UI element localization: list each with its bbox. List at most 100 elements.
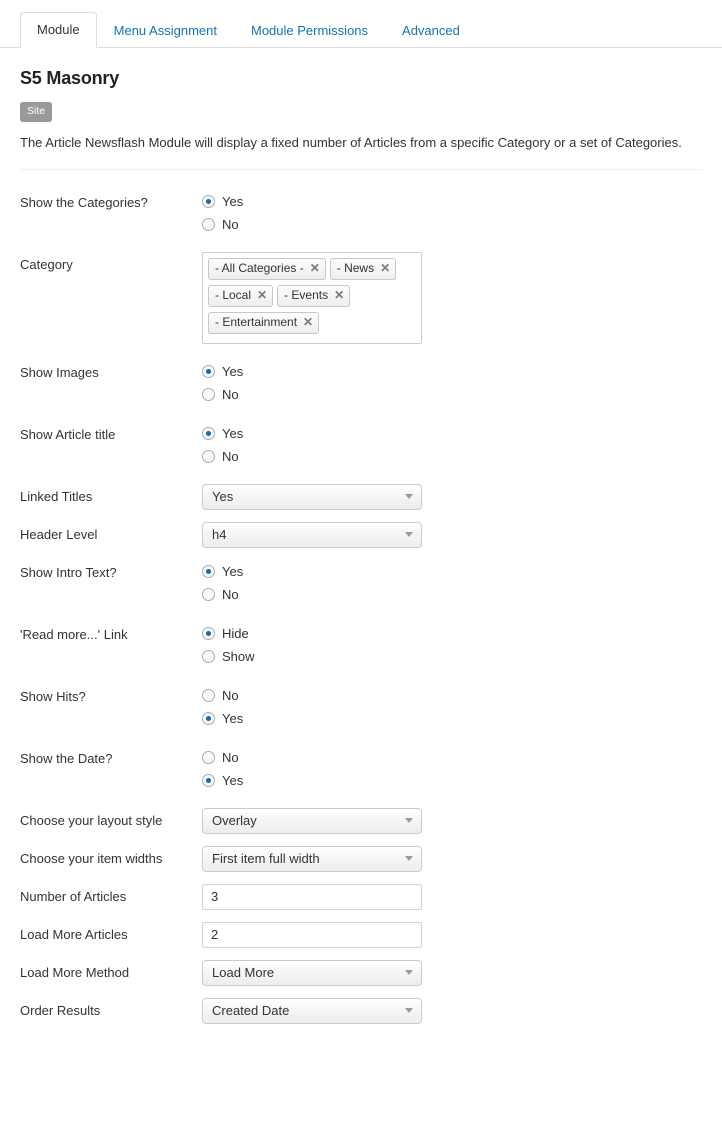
- field-label-show-the-date: Show the Date?: [20, 750, 113, 766]
- select-header-level[interactable]: h4: [202, 521, 422, 548]
- module-edit-page: Module Menu Assignment Module Permissions A…: [0, 0, 722, 1146]
- close-icon[interactable]: ✕: [380, 262, 390, 274]
- form-row-header-level: Header Level h4: [20, 521, 702, 548]
- close-icon[interactable]: ✕: [310, 262, 320, 274]
- form-row-choose-your-item-widths: Choose your item widths First item full w…: [20, 845, 702, 872]
- select-value: h4: [212, 527, 227, 543]
- chevron-down-icon[interactable]: [405, 970, 413, 976]
- field-label-show-the-categories: Show the Categories?: [20, 194, 148, 210]
- radio-option-show-intro-text-yes[interactable]: Yes: [202, 560, 702, 583]
- radio-option-label: Yes: [222, 772, 244, 788]
- radio-option-show-hits-yes[interactable]: Yes: [202, 707, 702, 730]
- radio-group-show-article-title: Yes No: [202, 422, 702, 468]
- radio-button-icon[interactable]: [202, 564, 215, 578]
- select-value: Yes: [212, 489, 234, 505]
- select-value: Overlay: [212, 813, 257, 829]
- radio-button-icon[interactable]: [202, 587, 215, 601]
- field-label-show-images: Show Images: [20, 364, 99, 380]
- category-chip-label: - Events: [284, 287, 329, 302]
- radio-option-show-article-title-yes[interactable]: Yes: [202, 422, 702, 445]
- category-chip[interactable]: - All Categories - ✕: [208, 257, 326, 280]
- tab-bar: Module Menu Assignment Module Permissions A…: [0, 0, 722, 48]
- select-load-more-method[interactable]: Load More: [202, 959, 422, 986]
- field-label-read-more-link: 'Read more...' Link: [20, 626, 128, 642]
- radio-option-show-the-date-yes[interactable]: Yes: [202, 769, 702, 792]
- radio-option-show-the-date-no[interactable]: No: [202, 746, 702, 769]
- radio-option-show-images-yes[interactable]: Yes: [202, 360, 702, 383]
- radio-button-icon[interactable]: [202, 364, 215, 378]
- chevron-down-icon[interactable]: [405, 1008, 413, 1014]
- radio-option-show-hits-no[interactable]: No: [202, 684, 702, 707]
- radio-option-show-images-no[interactable]: No: [202, 383, 702, 406]
- radio-group-show-hits: No Yes: [202, 684, 702, 730]
- radio-button-icon[interactable]: [202, 217, 215, 231]
- module-description: The Article Newsflash Module will displa…: [20, 134, 682, 150]
- form-row-category: Category - All Categories - ✕ - News ✕ - Loca…: [20, 251, 702, 344]
- category-chip-label: - News: [336, 260, 375, 275]
- field-control-read-more-link: Hide Show: [202, 622, 702, 668]
- radio-button-icon[interactable]: [202, 750, 215, 764]
- category-chips-container[interactable]: - All Categories - ✕ - News ✕ - Local ✕ - Even…: [202, 251, 422, 344]
- tab-label: Advanced: [402, 23, 460, 38]
- field-control-choose-your-item-widths: First item full width: [202, 845, 702, 872]
- category-chip[interactable]: - Events ✕: [277, 284, 351, 307]
- chevron-down-icon[interactable]: [405, 494, 413, 500]
- category-chip[interactable]: - News ✕: [329, 257, 397, 280]
- radio-option-label: Yes: [222, 193, 244, 209]
- category-chip-label: - All Categories -: [215, 260, 304, 275]
- category-chip[interactable]: - Entertainment ✕: [208, 311, 320, 334]
- radio-button-icon[interactable]: [202, 773, 215, 787]
- radio-button-icon[interactable]: [202, 711, 215, 725]
- close-icon[interactable]: ✕: [257, 289, 267, 301]
- category-chip[interactable]: - Local ✕: [208, 284, 274, 307]
- page-title: S5 Masonry: [20, 68, 120, 88]
- field-label-choose-your-layout-style: Choose your layout style: [20, 812, 163, 828]
- radio-button-icon[interactable]: [202, 194, 215, 208]
- radio-option-label: No: [222, 586, 239, 602]
- chevron-down-icon[interactable]: [405, 532, 413, 538]
- radio-option-show-the-categories-no[interactable]: No: [202, 213, 702, 236]
- close-icon[interactable]: ✕: [303, 316, 313, 328]
- radio-option-read-more-link-show[interactable]: Show: [202, 645, 702, 668]
- field-label-linked-titles: Linked Titles: [20, 488, 93, 504]
- form-row-show-article-title: Show Article title Yes No: [20, 422, 702, 468]
- chevron-down-icon[interactable]: [405, 818, 413, 824]
- radio-button-icon[interactable]: [202, 426, 215, 440]
- radio-option-show-intro-text-no[interactable]: No: [202, 583, 702, 606]
- radio-option-show-article-title-no[interactable]: No: [202, 445, 702, 468]
- tab-module-permissions[interactable]: Module Permissions: [234, 13, 385, 48]
- field-control-header-level: h4: [202, 521, 702, 548]
- form-row-load-more-method: Load More Method Load More: [20, 959, 702, 986]
- form-row-show-the-date: Show the Date? No Yes: [20, 746, 702, 792]
- select-choose-your-item-widths[interactable]: First item full width: [202, 845, 422, 872]
- radio-button-icon[interactable]: [202, 626, 215, 640]
- radio-button-icon[interactable]: [202, 649, 215, 663]
- form-row-number-of-articles: Number of Articles 3: [20, 883, 702, 910]
- select-choose-your-layout-style[interactable]: Overlay: [202, 807, 422, 834]
- field-control-show-the-date: No Yes: [202, 746, 702, 792]
- text-input-load-more-articles[interactable]: 2: [202, 921, 422, 948]
- close-icon[interactable]: ✕: [334, 289, 344, 301]
- radio-option-read-more-link-hide[interactable]: Hide: [202, 622, 702, 645]
- field-control-show-the-categories: Yes No: [202, 190, 702, 236]
- field-control-show-images: Yes No: [202, 360, 702, 406]
- text-input-number-of-articles[interactable]: 3: [202, 883, 422, 910]
- chevron-down-icon[interactable]: [405, 856, 413, 862]
- radio-button-icon[interactable]: [202, 387, 215, 401]
- select-linked-titles[interactable]: Yes: [202, 483, 422, 510]
- field-label-choose-your-item-widths: Choose your item widths: [20, 850, 163, 866]
- tab-menu-assignment[interactable]: Menu Assignment: [97, 13, 234, 48]
- radio-option-label: Yes: [222, 710, 244, 726]
- field-label-show-hits: Show Hits?: [20, 688, 86, 704]
- form-row-show-intro-text: Show Intro Text? Yes No: [20, 560, 702, 606]
- radio-button-icon[interactable]: [202, 449, 215, 463]
- radio-button-icon[interactable]: [202, 688, 215, 702]
- radio-option-show-the-categories-yes[interactable]: Yes: [202, 190, 702, 213]
- field-control-category: - All Categories - ✕ - News ✕ - Local ✕ - Even…: [202, 251, 702, 344]
- field-control-choose-your-layout-style: Overlay: [202, 807, 702, 834]
- tab-advanced[interactable]: Advanced: [385, 13, 477, 48]
- select-order-results[interactable]: Created Date: [202, 997, 422, 1024]
- field-control-show-intro-text: Yes No: [202, 560, 702, 606]
- module-settings-form: Show the Categories? Yes No Category - All C…: [0, 170, 722, 1024]
- tab-module[interactable]: Module: [20, 12, 97, 48]
